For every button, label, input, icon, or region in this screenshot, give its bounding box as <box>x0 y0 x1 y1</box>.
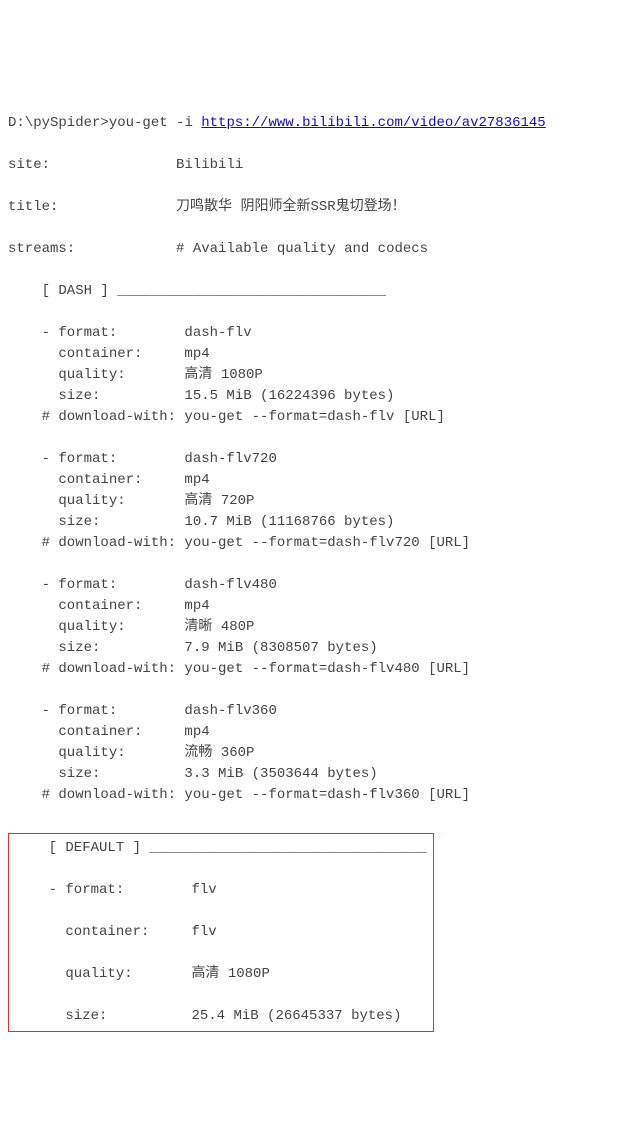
streams-value: # Available quality and codecs <box>176 241 428 257</box>
default-format: - format: flv <box>15 880 427 901</box>
terminal-output: D:\pySpider>you-get -i https://www.bilib… <box>8 92 626 1032</box>
default-header: [ DEFAULT ] ____________________________… <box>15 838 427 859</box>
default-container: container: flv <box>15 922 427 943</box>
command: you-get -i <box>109 115 201 131</box>
stream-size: size: 15.5 MiB (16224396 bytes) <box>8 386 626 407</box>
stream-quality: quality: 高清 720P <box>8 491 626 512</box>
streams-line: streams: # Available quality and codecs <box>8 239 626 260</box>
stream-quality: quality: 高清 1080P <box>8 365 626 386</box>
stream-format: - format: dash-flv480 <box>8 575 626 596</box>
stream-download-with: # download-with: you-get --format=dash-f… <box>8 659 626 680</box>
stream-quality: quality: 清晰 480P <box>8 617 626 638</box>
blank-line <box>8 554 626 575</box>
default-section: [ DEFAULT ] ____________________________… <box>8 833 434 1032</box>
stream-format: - format: dash-flv <box>8 323 626 344</box>
dash-streams: - format: dash-flv container: mp4 qualit… <box>8 323 626 806</box>
stream-download-with: # download-with: you-get --format=dash-f… <box>8 407 626 428</box>
stream-download-with: # download-with: you-get --format=dash-f… <box>8 785 626 806</box>
prompt: D:\pySpider> <box>8 115 109 131</box>
default-size: size: 25.4 MiB (26645337 bytes) <box>15 1006 427 1027</box>
stream-container: container: mp4 <box>8 722 626 743</box>
stream-format: - format: dash-flv720 <box>8 449 626 470</box>
stream-container: container: mp4 <box>8 470 626 491</box>
site-line: site: Bilibili <box>8 155 626 176</box>
stream-format: - format: dash-flv360 <box>8 701 626 722</box>
blank-line <box>8 680 626 701</box>
stream-size: size: 7.9 MiB (8308507 bytes) <box>8 638 626 659</box>
blank-line <box>8 428 626 449</box>
title-label: title: <box>8 199 58 215</box>
stream-quality: quality: 流畅 360P <box>8 743 626 764</box>
streams-label: streams: <box>8 241 75 257</box>
title-value: 刀鸣散华 阴阳师全新SSR鬼切登场！ <box>176 199 406 215</box>
stream-download-with: # download-with: you-get --format=dash-f… <box>8 533 626 554</box>
video-url[interactable]: https://www.bilibili.com/video/av2783614… <box>201 115 545 131</box>
site-label: site: <box>8 157 50 173</box>
stream-size: size: 10.7 MiB (11168766 bytes) <box>8 512 626 533</box>
default-quality: quality: 高清 1080P <box>15 964 427 985</box>
command-line: D:\pySpider>you-get -i https://www.bilib… <box>8 113 626 134</box>
stream-container: container: mp4 <box>8 596 626 617</box>
title-line: title: 刀鸣散华 阴阳师全新SSR鬼切登场！ <box>8 197 626 218</box>
dash-header: [ DASH ] _______________________________… <box>8 281 626 302</box>
site-value: Bilibili <box>176 157 243 173</box>
stream-size: size: 3.3 MiB (3503644 bytes) <box>8 764 626 785</box>
stream-container: container: mp4 <box>8 344 626 365</box>
